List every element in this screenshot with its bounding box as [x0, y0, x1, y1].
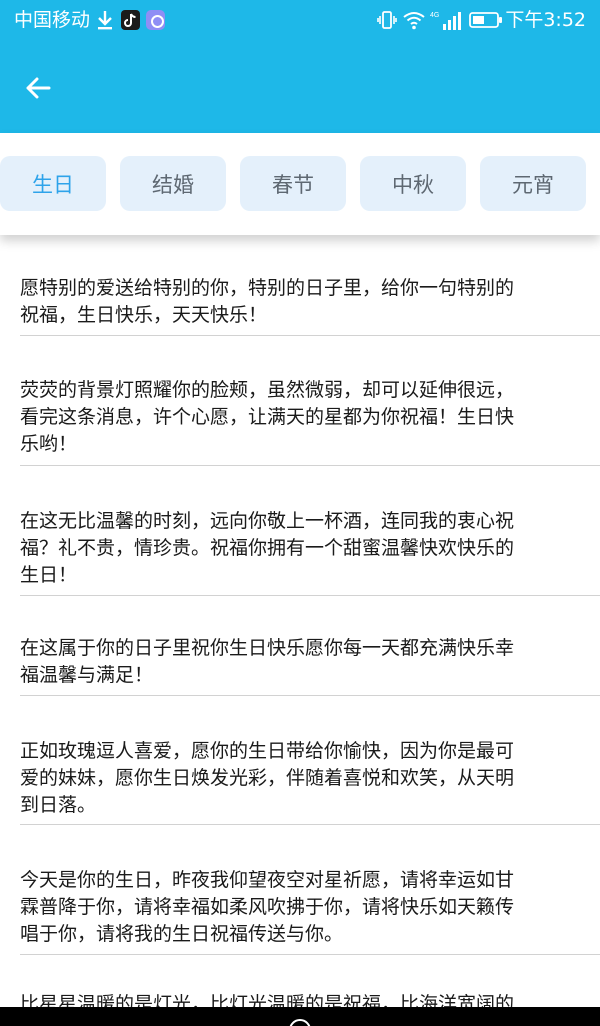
message-list[interactable]: 愿特别的爱送给特别的你，特别的日子里，给你一句特别的 祝福，生日快乐，天天快乐！… — [0, 235, 600, 1007]
tab-mid-autumn[interactable]: 中秋 — [360, 156, 466, 211]
message-line: 看完这条消息，许个心愿，让满天的星都为你祝福！生日快 — [20, 406, 515, 428]
list-item[interactable]: 在这属于你的日子里祝你生日快乐愿你每一天都充满快乐幸 福温馨与满足！ — [20, 635, 600, 689]
message-line: 到日落。 — [20, 794, 97, 816]
network-type-label: 4G — [430, 12, 439, 19]
carrier-label: 中国移动 — [14, 9, 91, 31]
message-line: 荧荧的背景灯照耀你的脸颊，虽然微弱，却可以延伸很远， — [20, 379, 515, 401]
tab-lantern-festival[interactable]: 元宵 — [480, 156, 586, 211]
divider — [20, 465, 600, 466]
divider — [20, 335, 600, 336]
download-icon — [98, 11, 112, 30]
tab-label: 生日 — [32, 172, 74, 197]
message-line: 今天是你的生日，昨夜我仰望夜空对星祈愿，请将幸运如甘 — [20, 869, 515, 891]
tab-label: 结婚 — [152, 172, 194, 197]
message-line: 比星星温暖的是灯光，比灯光温暖的是祝福，比海洋宽阔的 — [20, 993, 515, 1007]
tab-label: 春节 — [272, 172, 314, 197]
message-line: 祝福，生日快乐，天天快乐！ — [20, 304, 268, 326]
signal-icon: 4G — [430, 12, 461, 30]
message-line: 霖普降于你，请将幸福如柔风吹拂于你，请将快乐如天籁传 — [20, 896, 515, 918]
arrow-left-icon — [26, 77, 51, 99]
tab-spring-festival[interactable]: 春节 — [240, 156, 346, 211]
list-item[interactable]: 正如玫瑰逗人喜爱，愿你的生日带给你愉快，因为你是最可 爱的妹妹，愿你生日焕发光彩… — [20, 738, 600, 819]
back-button[interactable] — [16, 68, 60, 108]
system-nav-bar — [0, 1007, 600, 1026]
list-item[interactable]: 比星星温暖的是灯光，比灯光温暖的是祝福，比海洋宽阔的 — [20, 991, 600, 1007]
message-line: 福温馨与满足！ — [20, 664, 154, 686]
message-line: 正如玫瑰逗人喜爱，愿你的生日带给你愉快，因为你是最可 — [20, 740, 515, 762]
message-line: 在这无比温馨的时刻，远向你敬上一杯酒，连同我的衷心祝 — [20, 510, 515, 532]
message-line: 生日！ — [20, 564, 78, 586]
divider — [20, 824, 600, 825]
message-line: 在这属于你的日子里祝你生日快乐愿你每一天都充满快乐幸 — [20, 637, 515, 659]
list-item[interactable]: 愿特别的爱送给特别的你，特别的日子里，给你一句特别的 祝福，生日快乐，天天快乐！ — [20, 275, 600, 329]
circle-home-icon[interactable] — [289, 1019, 311, 1026]
message-line: 愿特别的爱送给特别的你，特别的日子里，给你一句特别的 — [20, 277, 515, 299]
divider — [20, 695, 600, 696]
tiktok-icon — [121, 10, 140, 30]
divider — [20, 595, 600, 596]
vibrate-icon — [377, 11, 397, 29]
list-item[interactable]: 在这无比温馨的时刻，远向你敬上一杯酒，连同我的衷心祝 福？礼不贵，情珍贵。祝福你… — [20, 508, 600, 589]
divider — [20, 954, 600, 955]
tab-wedding[interactable]: 结婚 — [120, 156, 226, 211]
message-line: 福？礼不贵，情珍贵。祝福你拥有一个甜蜜温馨快欢快乐的 — [20, 537, 515, 559]
message-line: 唱于你，请将我的生日祝福传送与你。 — [20, 923, 344, 945]
clock-time: 下午3:52 — [505, 9, 586, 31]
message-line: 爱的妹妹，愿你生日焕发光彩，伴随着喜悦和欢笑，从天明 — [20, 767, 515, 789]
tab-label: 元宵 — [512, 172, 554, 197]
app-header: 中国移动 4G 下午3:52 — [0, 0, 600, 133]
list-item[interactable]: 今天是你的生日，昨夜我仰望夜空对星祈愿，请将幸运如甘 霖普降于你，请将幸福如柔风… — [20, 867, 600, 948]
battery-icon — [469, 12, 502, 28]
status-bar: 中国移动 4G 下午3:52 — [0, 0, 600, 40]
list-item[interactable]: 荧荧的背景灯照耀你的脸颊，虽然微弱，却可以延伸很远， 看完这条消息，许个心愿，让… — [20, 377, 600, 458]
tab-label: 中秋 — [392, 172, 434, 197]
category-tab-bar: 生日 结婚 春节 中秋 元宵 — [0, 133, 600, 235]
wifi-icon — [403, 12, 425, 30]
tab-birthday[interactable]: 生日 — [0, 156, 106, 211]
message-line: 乐哟！ — [20, 433, 78, 455]
app-icon — [146, 10, 165, 30]
